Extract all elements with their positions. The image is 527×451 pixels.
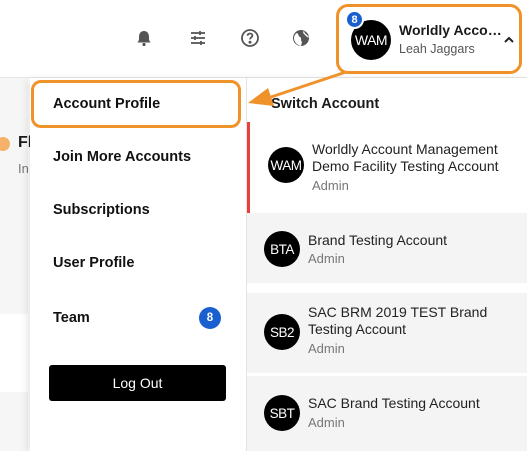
- account-name: SAC BRM 2019 TEST Brand Testing Account: [308, 304, 488, 337]
- menu-item-account-profile[interactable]: Account Profile: [53, 96, 160, 112]
- account-name: Worldly Account Management Demo Facility…: [312, 141, 499, 174]
- switch-account-panel: Switch Account WAM Worldly Account Manag…: [247, 78, 527, 451]
- account-row-wam[interactable]: WAM Worldly Account Management Demo Faci…: [247, 122, 527, 213]
- background-card: [0, 78, 28, 314]
- help-icon[interactable]: [239, 27, 261, 49]
- account-switcher-button[interactable]: WAM 8 Worldly Account Management Leah Ja…: [336, 4, 522, 74]
- team-count-badge: 8: [199, 307, 221, 329]
- background-section: [0, 392, 28, 451]
- account-dropdown: Account Profile Join More Accounts Subsc…: [30, 78, 527, 451]
- account-role: Admin: [308, 251, 345, 266]
- account-role: Admin: [308, 341, 345, 356]
- account-row-bta[interactable]: BTA Brand Testing Account Admin: [247, 213, 527, 283]
- chevron-up-icon: [504, 36, 514, 43]
- account-avatar: BTA: [264, 231, 300, 267]
- logout-button[interactable]: Log Out: [49, 365, 226, 401]
- account-row-sb2[interactable]: SB2 SAC BRM 2019 TEST Brand Testing Acco…: [247, 293, 527, 373]
- sliders-icon[interactable]: [187, 27, 209, 49]
- menu-item-team[interactable]: Team: [53, 310, 90, 326]
- top-bar: WAM 8 Worldly Account Management Leah Ja…: [0, 0, 527, 78]
- menu-item-user-profile[interactable]: User Profile: [53, 255, 134, 271]
- menu-item-join-more-accounts[interactable]: Join More Accounts: [53, 149, 191, 165]
- background-subtext: In: [18, 161, 29, 176]
- switch-account-title: Switch Account: [271, 96, 380, 112]
- menu-item-subscriptions[interactable]: Subscriptions: [53, 202, 150, 218]
- globe-icon[interactable]: [290, 27, 312, 49]
- account-role: Admin: [308, 415, 345, 430]
- account-name: SAC Brand Testing Account: [308, 395, 480, 411]
- account-avatar: SB2: [264, 314, 300, 350]
- account-name: Worldly Account Management: [399, 22, 503, 38]
- account-avatar: WAM: [268, 147, 304, 183]
- account-avatar: SBT: [264, 395, 300, 431]
- account-row-sbt[interactable]: SBT SAC Brand Testing Account Admin: [247, 376, 527, 451]
- account-name: Brand Testing Account: [308, 232, 448, 248]
- user-name: Leah Jaggars: [399, 42, 475, 56]
- bell-icon[interactable]: [133, 27, 155, 49]
- account-menu: Account Profile Join More Accounts Subsc…: [30, 78, 247, 451]
- notification-badge: 8: [345, 10, 364, 29]
- account-role: Admin: [312, 178, 349, 193]
